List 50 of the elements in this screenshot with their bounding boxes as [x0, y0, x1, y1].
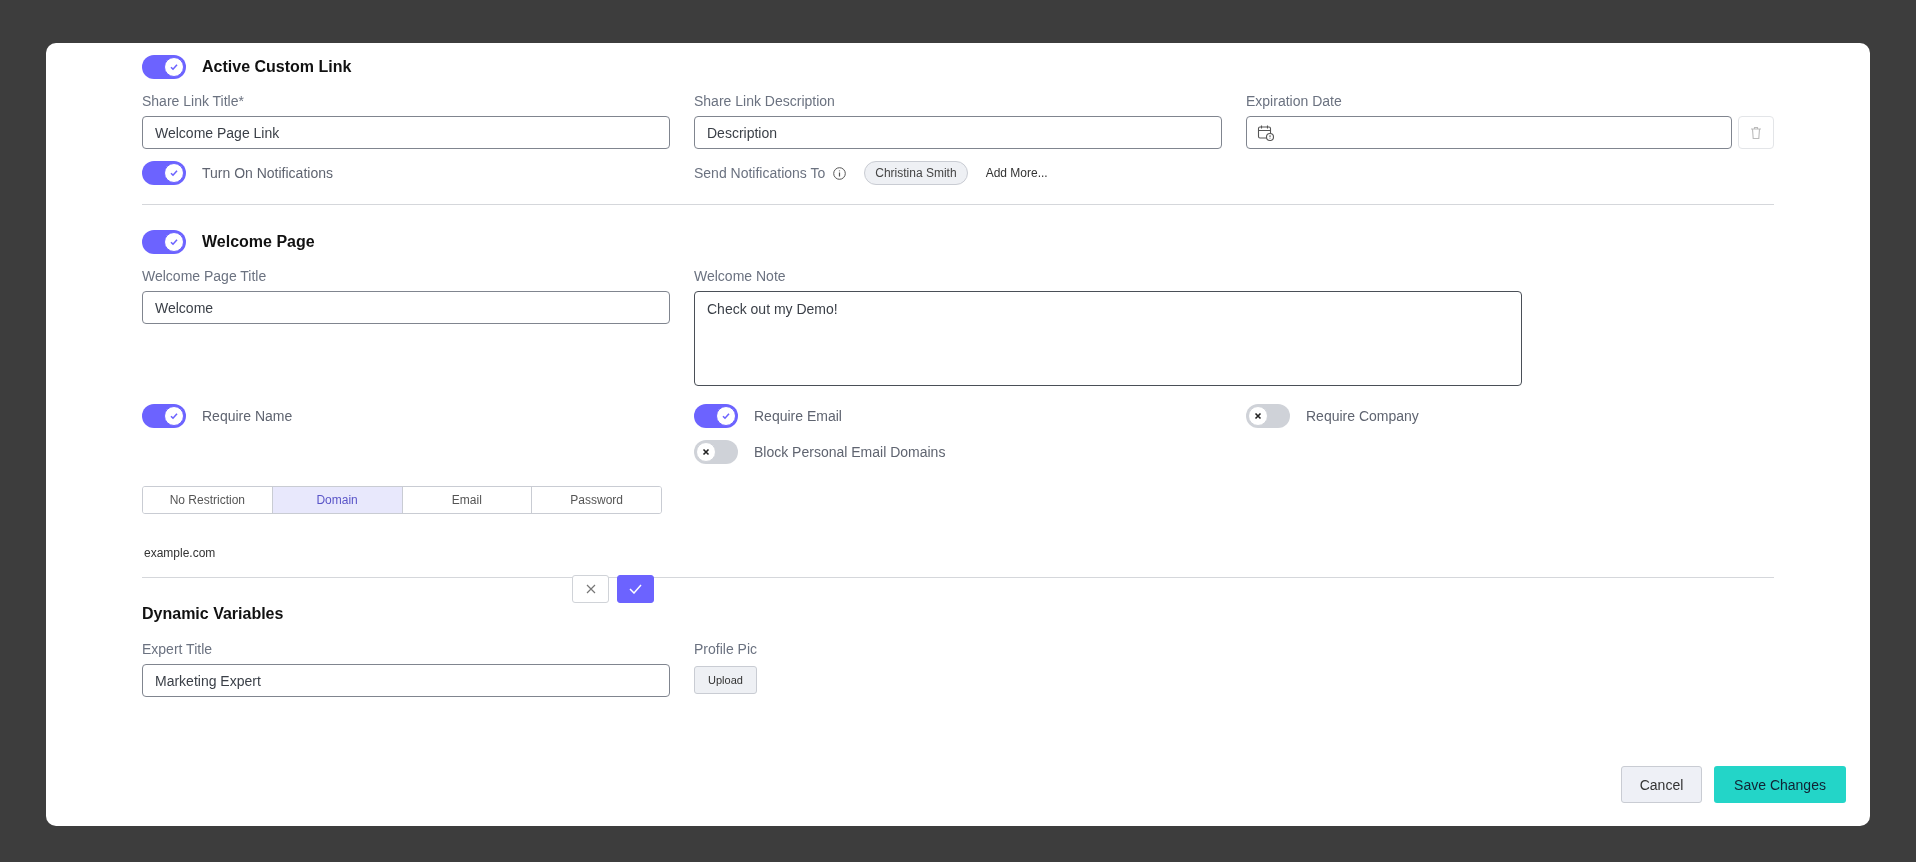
section-title: Welcome Page [202, 233, 315, 251]
input-field[interactable]: Welcome [142, 291, 670, 324]
toggle-label: Block Personal Email Domains [754, 444, 946, 460]
section-title: Active Custom Link [202, 58, 352, 76]
domain-text: example.com [143, 546, 216, 560]
toggle-switch[interactable] [142, 55, 186, 79]
calendar-clock-icon [1257, 123, 1275, 142]
trash-icon [1750, 125, 1762, 140]
check-icon [721, 411, 731, 421]
x-icon [702, 448, 710, 456]
toggle-switch[interactable] [694, 440, 738, 464]
recipient-chip[interactable]: Christina Smith [864, 161, 968, 185]
check-icon [169, 237, 179, 247]
toggle-label: Require Company [1306, 408, 1419, 424]
confirm-button[interactable] [617, 575, 654, 603]
field-label: Send Notifications To [694, 164, 826, 182]
check-icon [629, 584, 642, 594]
field-label: Expiration Date [1246, 93, 1343, 110]
field-label: Expert Title [142, 641, 214, 658]
upload-button[interactable]: Upload [694, 666, 757, 694]
restriction-tab[interactable]: Password [531, 487, 661, 513]
field-label: Share Link Description [694, 93, 836, 110]
toggle-switch[interactable] [142, 404, 186, 428]
check-icon [169, 411, 179, 421]
toggle-switch[interactable] [694, 404, 738, 428]
close-icon [585, 584, 596, 594]
field-label: Welcome Page Title [142, 268, 268, 285]
toggle-label: Turn On Notifications [202, 165, 333, 181]
add-more-link[interactable]: Add More... [985, 166, 1048, 180]
cancel-button[interactable]: Cancel [1621, 766, 1702, 803]
restriction-tab[interactable]: Domain [271, 487, 402, 513]
input-field[interactable]: Welcome Page Link [142, 116, 670, 149]
toggle-switch[interactable] [142, 161, 186, 185]
text-area[interactable]: Check out my Demo! [694, 291, 1522, 386]
field-label: Welcome Note [694, 268, 787, 285]
check-icon [169, 62, 179, 72]
toggle-label: Require Name [202, 408, 293, 424]
info-icon [833, 166, 847, 180]
date-field[interactable] [1246, 116, 1732, 149]
field-label: Share Link Title* [142, 93, 245, 110]
toggle-switch[interactable] [1246, 404, 1290, 428]
check-icon [169, 168, 179, 178]
x-icon [1254, 412, 1262, 420]
field-label: Profile Pic [694, 641, 759, 658]
toggle-label: Require Email [754, 408, 842, 424]
input-field[interactable]: Marketing Expert [142, 664, 670, 697]
input-field[interactable]: Description [694, 116, 1222, 149]
section-title: Dynamic Variables [142, 605, 284, 622]
save-button[interactable]: Save Changes [1714, 766, 1846, 803]
toggle-switch[interactable] [142, 230, 186, 254]
